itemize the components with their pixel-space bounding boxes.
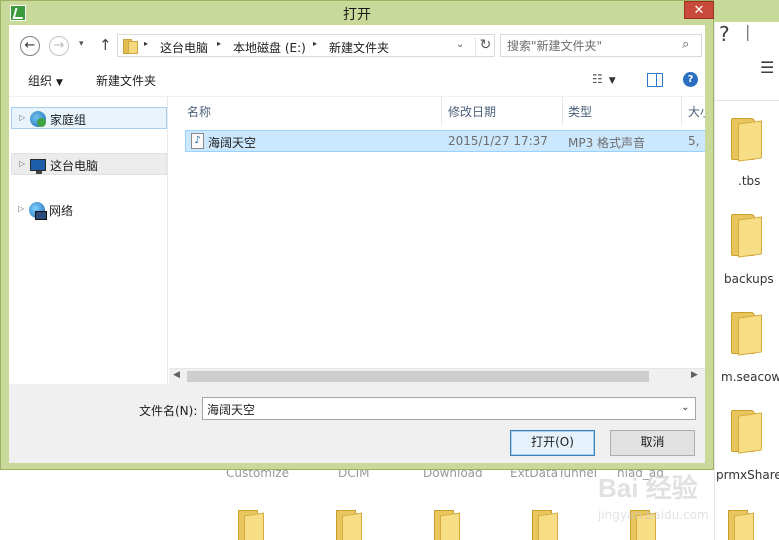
preview-pane-icon[interactable] — [647, 73, 663, 87]
close-button[interactable]: ✕ — [684, 1, 714, 19]
column-header-size[interactable]: 大小 — [688, 103, 705, 120]
column-divider[interactable] — [562, 97, 563, 125]
search-input[interactable] — [507, 38, 677, 54]
background-menu-icon[interactable]: ☰ — [760, 58, 774, 77]
baidu-watermark: Bai 经验 jingyan.baidu.com — [598, 468, 768, 528]
caret-down-icon: ▼ — [608, 76, 616, 86]
nav-item-label: 家庭组 — [50, 113, 87, 127]
background-ribbon-divider — [714, 100, 779, 101]
open-button[interactable]: 打开(O) — [510, 430, 595, 456]
column-divider[interactable] — [441, 97, 442, 125]
recent-locations-chevron-icon[interactable]: ▾ — [79, 39, 84, 49]
column-header-date[interactable]: 修改日期 — [448, 103, 496, 120]
address-row: ← → ▾ ↑ ▸ 这台电脑 ▸ 本地磁盘 (E:) ▸ 新建文件夹 ⌄ ↻ ⌕ — [9, 25, 705, 63]
file-type: MP3 格式声音 — [568, 136, 646, 150]
file-row[interactable]: ♪ 海阔天空 2015/1/27 17:37 MP3 格式声音 5, — [185, 130, 705, 152]
refresh-icon[interactable]: ↻ — [475, 37, 495, 55]
change-view-button[interactable]: ☷ ▼ — [592, 72, 616, 86]
nav-item-homegroup[interactable]: ▷ 家庭组 — [11, 107, 167, 129]
address-bar[interactable]: ▸ 这台电脑 ▸ 本地磁盘 (E:) ▸ 新建文件夹 ⌄ ↻ — [117, 34, 495, 57]
file-name: 海阔天空 — [208, 136, 257, 150]
column-header-name[interactable]: 名称 — [187, 103, 211, 120]
watermark-logo: Bai 经验 — [598, 473, 698, 503]
background-folder-icon[interactable] — [236, 510, 266, 540]
expand-arrow-icon[interactable]: ▷ — [19, 113, 25, 122]
search-box[interactable]: ⌕ — [500, 34, 702, 57]
background-folder-icon[interactable] — [432, 510, 462, 540]
nav-item-label: 网络 — [49, 204, 74, 218]
nav-item-network[interactable]: ▷ 网络 — [11, 199, 167, 221]
dialog-title-bar[interactable]: 打开 ✕ — [1, 1, 714, 25]
nav-item-this-pc[interactable]: ▷ 这台电脑 — [11, 153, 167, 175]
background-help-icon[interactable]: ? — [719, 22, 730, 46]
filename-input[interactable] — [207, 401, 667, 417]
column-header-type[interactable]: 类型 — [568, 103, 592, 120]
this-pc-icon — [30, 159, 46, 174]
breadcrumb-separator-icon[interactable]: ▸ — [144, 39, 148, 48]
background-folder-icon[interactable] — [728, 410, 764, 454]
help-icon[interactable]: ? — [683, 72, 698, 87]
scroll-left-icon[interactable]: ◀ — [173, 370, 180, 380]
folder-icon — [123, 38, 138, 54]
caret-down-icon: ▼ — [56, 78, 63, 88]
filename-dropdown-icon[interactable]: ⌄ — [681, 402, 689, 413]
expand-arrow-icon[interactable]: ▷ — [19, 159, 25, 168]
mp3-file-icon: ♪ — [191, 133, 204, 149]
homegroup-icon — [30, 111, 46, 127]
forward-button[interactable]: → — [49, 36, 69, 56]
background-folder-label[interactable]: backups — [724, 272, 774, 286]
new-folder-button[interactable]: 新建文件夹 — [96, 72, 156, 89]
cancel-button[interactable]: 取消 — [610, 430, 695, 456]
breadcrumb-separator-icon[interactable]: ▸ — [313, 39, 317, 48]
up-arrow-icon[interactable]: ↑ — [99, 36, 112, 54]
open-file-dialog: 打开 ✕ ← → ▾ ↑ ▸ 这台电脑 ▸ 本地磁盘 (E:) ▸ 新建文件夹 … — [0, 0, 714, 470]
breadcrumb-this-pc[interactable]: 这台电脑 — [160, 39, 208, 56]
horizontal-scrollbar[interactable]: ◀ ▶ — [169, 368, 705, 384]
view-list-icon: ☷ — [592, 72, 603, 86]
breadcrumb-separator-icon[interactable]: ▸ — [217, 39, 221, 48]
background-folder-label[interactable]: m.seacow — [721, 370, 779, 384]
filename-combobox[interactable]: ⌄ — [202, 397, 696, 420]
background-folder-icon[interactable] — [728, 118, 764, 162]
sort-ascending-icon: ˄ — [308, 97, 312, 103]
dialog-title: 打开 — [343, 7, 371, 23]
filename-label: 文件名(N): — [139, 404, 198, 418]
column-divider[interactable] — [681, 97, 682, 125]
dialog-client-area: ← → ▾ ↑ ▸ 这台电脑 ▸ 本地磁盘 (E:) ▸ 新建文件夹 ⌄ ↻ ⌕ — [9, 25, 705, 463]
file-modified: 2015/1/27 17:37 — [448, 134, 548, 148]
navigation-pane: ▷ 家庭组 ▷ 这台电脑 ▷ 网络 — [9, 97, 168, 384]
dialog-footer: 文件名(N): ⌄ 打开(O) 取消 — [9, 384, 705, 463]
breadcrumb-local-disk[interactable]: 本地磁盘 (E:) — [233, 39, 306, 56]
expand-arrow-icon[interactable]: ▷ — [18, 204, 24, 213]
scrollbar-thumb[interactable] — [187, 371, 649, 382]
search-icon[interactable]: ⌕ — [682, 37, 689, 52]
organize-button[interactable]: 组织 ▼ — [28, 72, 63, 89]
background-folder-icon[interactable] — [728, 214, 764, 258]
address-dropdown-icon[interactable]: ⌄ — [456, 39, 464, 50]
back-button[interactable]: ← — [20, 36, 40, 56]
background-folder-icon[interactable] — [728, 312, 764, 356]
scroll-right-icon[interactable]: ▶ — [691, 370, 698, 380]
nav-item-label: 这台电脑 — [50, 159, 99, 173]
watermark-url: jingyan.baidu.com — [598, 508, 709, 522]
background-folder-icon[interactable] — [530, 510, 560, 540]
organize-label: 组织 — [28, 74, 53, 88]
file-list: ˄ 名称 修改日期 类型 大小 ♪ 海阔天空 2015/1/27 17:37 M… — [169, 97, 705, 384]
breadcrumb-new-folder[interactable]: 新建文件夹 — [329, 39, 389, 56]
background-divider-icon: | — [745, 22, 751, 41]
background-folder-icon[interactable] — [334, 510, 364, 540]
background-folder-label[interactable]: .tbs — [738, 174, 760, 188]
network-icon — [29, 202, 47, 220]
command-toolbar: 组织 ▼ 新建文件夹 ☷ ▼ ? — [9, 63, 705, 97]
file-size: 5, — [688, 134, 700, 148]
